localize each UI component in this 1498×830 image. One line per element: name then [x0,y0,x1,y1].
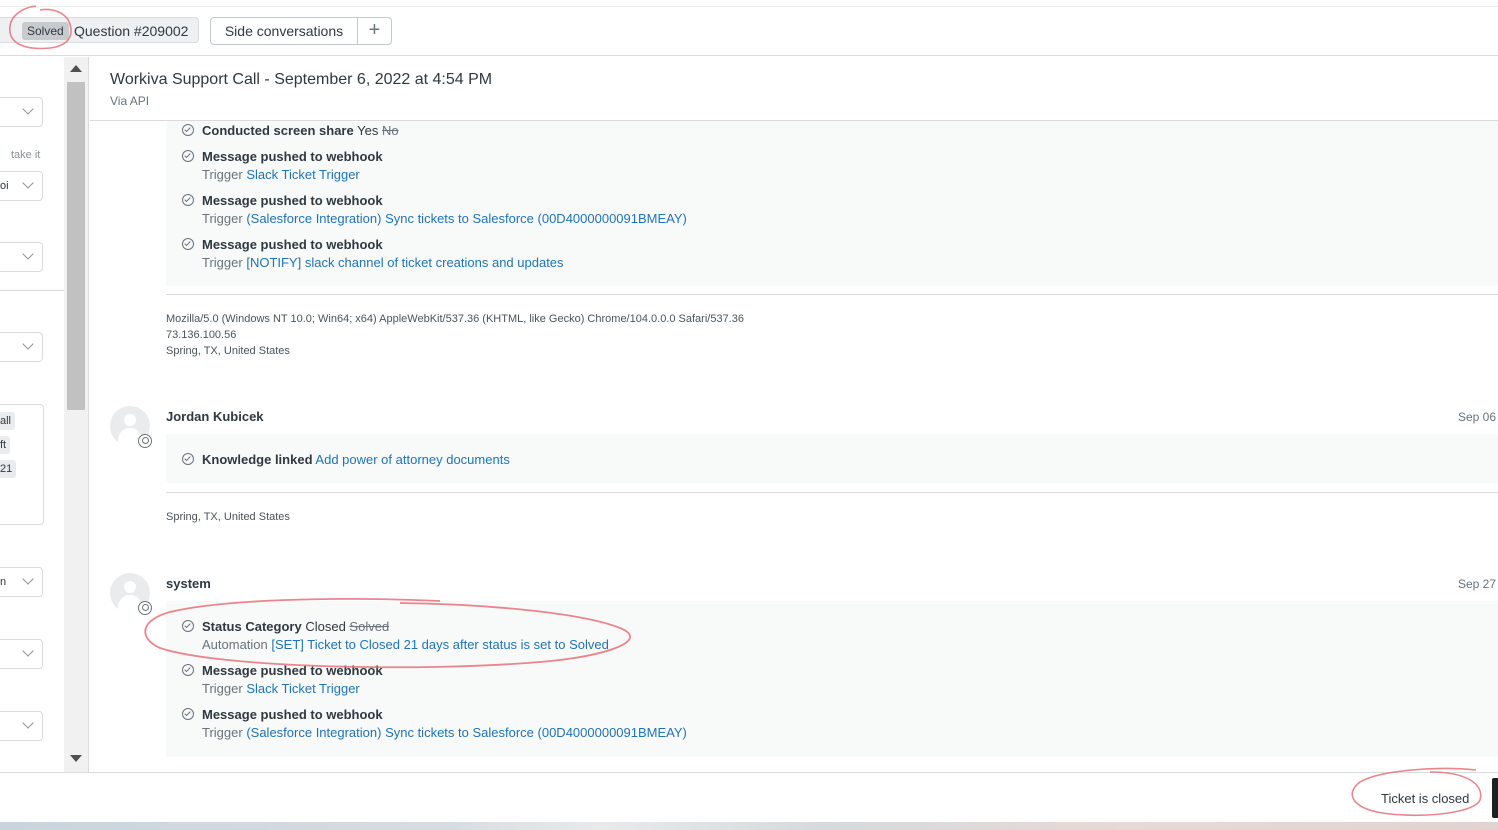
chevron-down-icon [22,177,34,189]
event-old-value: No [381,123,399,138]
submit-button[interactable] [1492,778,1498,818]
ticket-footer: Ticket is closed [0,772,1498,823]
event-title: Message pushed to webhook [202,707,383,722]
desktop-wallpaper-strip [0,822,1498,830]
trigger-link[interactable]: Slack Ticket Trigger [246,167,359,182]
channel-label: Via API [110,94,150,108]
event-source-label: Trigger [202,725,243,740]
event-title: Message pushed to webhook [202,663,383,678]
property-field[interactable] [0,711,43,741]
comment-date: Sep 06 [1457,410,1496,424]
ip-address: 73.136.100.56 [166,329,237,341]
left-panel-scrollbar[interactable] [64,57,89,772]
check-circle-icon [182,708,194,720]
chevron-down-icon [22,103,34,115]
event-value: Closed [305,619,346,634]
tag-item[interactable]: all [0,412,16,430]
ticket-closed-status: Ticket is closed [1381,791,1470,806]
assignee-field[interactable]: oi [0,171,43,201]
event-title: Knowledge linked [202,452,313,467]
author-name[interactable]: system [166,576,211,591]
field-value: n [0,576,7,588]
agent-badge-icon [138,434,152,448]
user-agent: Mozilla/5.0 (Windows NT 10.0; Win64; x64… [166,313,744,325]
event-value: Yes [357,123,379,138]
trigger-link[interactable]: [NOTIFY] slack channel of ticket creatio… [246,255,563,270]
tags-field[interactable]: all ft 21 [0,404,44,525]
add-conversation-button[interactable]: + [357,17,392,45]
location: Spring, TX, United States [166,345,290,357]
comment-date: Sep 27 [1457,577,1496,591]
status-badge: Solved [22,22,69,40]
check-circle-icon [182,150,194,162]
event-source-label: Trigger [202,255,243,270]
divider [0,290,64,291]
event-title: Conducted screen share [202,123,354,138]
scroll-thumb[interactable] [67,82,85,410]
event-title: Message pushed to webhook [202,237,383,252]
check-circle-icon [182,124,194,136]
take-it-link[interactable]: take it [11,149,40,161]
author-name[interactable]: Jordan Kubicek [166,409,264,424]
event-old-value: Solved [349,619,390,634]
trigger-link[interactable]: (Salesforce Integration) Sync tickets to… [246,725,687,740]
event-title: Status Category [202,619,302,634]
divider [166,492,1498,493]
check-circle-icon [182,194,194,206]
tab-ticket[interactable]: Solved Question #209002 [0,17,199,43]
event-source-label: Trigger [202,681,243,696]
property-field[interactable] [0,332,43,362]
property-field[interactable] [0,97,43,127]
event-source-label: Trigger [202,211,243,226]
check-circle-icon [182,238,194,250]
scroll-down-icon[interactable] [70,755,82,762]
chevron-down-icon [22,338,34,350]
event-title: Message pushed to webhook [202,193,383,208]
event-source-label: Automation [202,637,268,652]
trigger-link[interactable]: (Salesforce Integration) Sync tickets to… [246,211,687,226]
check-circle-icon [182,453,194,465]
chevron-down-icon [22,573,34,585]
event-title: Message pushed to webhook [202,149,383,164]
event-block: Status Category Closed Solved Automation… [166,601,1498,757]
ticket-tab-label: Question #209002 [74,23,189,39]
check-circle-icon [182,664,194,676]
property-field[interactable]: n [0,567,43,597]
request-metadata: Mozilla/5.0 (Windows NT 10.0; Win64; x64… [166,311,744,359]
automation-link[interactable]: [SET] Ticket to Closed 21 days after sta… [271,637,608,652]
divider [166,294,1498,295]
tab-bar: Solved Question #209002 Side conversatio… [0,7,1498,56]
agent-badge-icon [138,601,152,615]
conversation-pane: Workiva Support Call - September 6, 2022… [90,57,1498,772]
scroll-up-icon[interactable] [70,65,82,72]
ticket-subject: Workiva Support Call - September 6, 2022… [110,71,493,88]
top-strip [0,0,1498,7]
chevron-down-icon [22,717,34,729]
assignee-value: oi [0,180,9,192]
event-source-label: Trigger [202,167,243,182]
property-field[interactable] [0,639,43,669]
trigger-link[interactable]: Slack Ticket Trigger [246,681,359,696]
event-block: Conducted screen share Yes No Message pu… [166,121,1498,286]
check-circle-icon [182,620,194,632]
chevron-down-icon [22,248,34,260]
event-block: Knowledge linked Add power of attorney d… [166,434,1498,483]
tag-item[interactable]: 21 [0,460,17,478]
chevron-down-icon [22,645,34,657]
property-field[interactable] [0,242,43,272]
side-conversations-button[interactable]: Side conversations [210,17,358,45]
ticket-properties-panel: take it oi all ft 21 n [0,57,64,772]
location: Spring, TX, United States [166,511,290,523]
article-link[interactable]: Add power of attorney documents [315,452,509,467]
tag-item[interactable]: ft [0,436,11,454]
